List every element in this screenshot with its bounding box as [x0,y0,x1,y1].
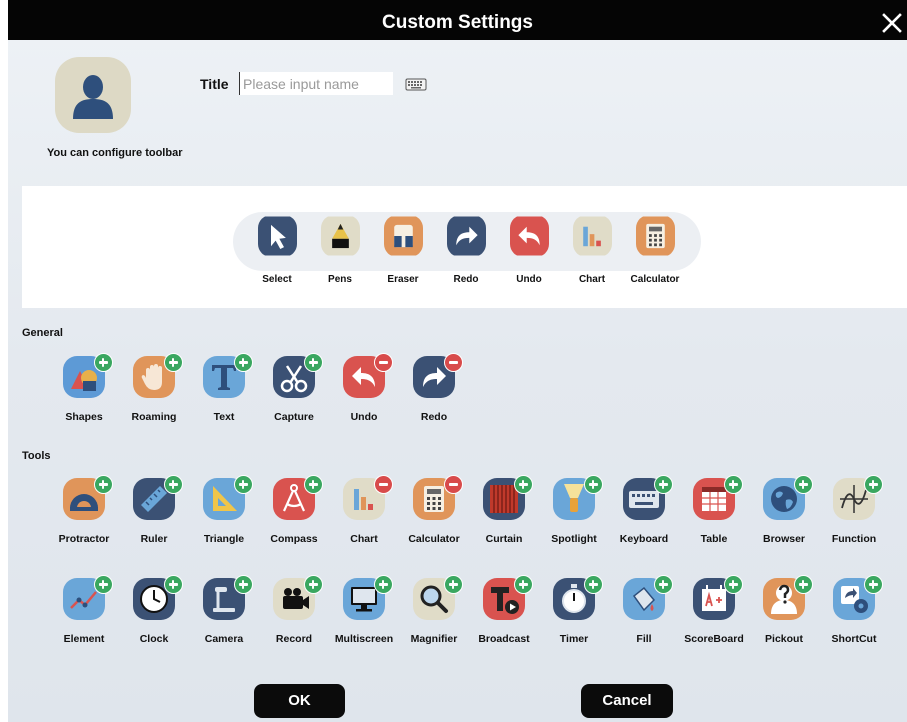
preview-tool-redo[interactable]: Redo [431,215,501,295]
preview-tool-calculator[interactable]: Calculator [620,215,690,295]
tool-multiscreen[interactable]: Multiscreen [329,575,399,650]
tool-chart[interactable]: Chart [329,475,399,550]
tool-spotlight[interactable]: Spotlight [539,475,609,550]
tool-shapes[interactable]: Shapes [49,353,119,428]
tool-calculator[interactable]: Calculator [399,475,469,550]
tool-element[interactable]: Element [49,575,119,650]
close-icon[interactable] [879,10,905,36]
tool-clock[interactable]: Clock [119,575,189,650]
add-badge-icon[interactable] [864,475,883,494]
title-input[interactable] [239,72,393,95]
undo-arrow-icon [510,215,549,257]
preview-tool-label: Calculator [630,274,680,285]
tool-label: Function [831,533,877,545]
add-badge-icon[interactable] [584,475,603,494]
avatar [55,57,131,133]
left-edge [0,0,8,722]
pen-icon [321,215,360,257]
preview-tool-label: Redo [453,274,479,285]
calculator-icon [636,215,675,257]
preview-tool-eraser[interactable]: Eraser [368,215,438,295]
add-badge-icon[interactable] [304,475,323,494]
keyboard-icon[interactable] [405,77,427,92]
tool-browser[interactable]: Browser [749,475,819,550]
tool-scoreboard[interactable]: ScoreBoard [679,575,749,650]
tool-roaming[interactable]: Roaming [119,353,189,428]
preview-tool-label: Chart [578,274,606,285]
tool-broadcast[interactable]: Broadcast [469,575,539,650]
preview-tool-select[interactable]: Select [242,215,312,295]
add-badge-icon[interactable] [654,475,673,494]
preview-tool-label: Eraser [387,274,419,285]
remove-badge-icon[interactable] [374,353,393,372]
section-tools-label: Tools [22,450,51,462]
custom-settings-dialog: Custom Settings You can configure toolba… [0,0,907,722]
add-badge-icon[interactable] [514,475,533,494]
tool-pickout[interactable]: Pickout [749,575,819,650]
title-bar: Custom Settings [8,0,907,40]
preview-tool-chart[interactable]: Chart [557,215,627,295]
cancel-button[interactable]: Cancel [581,684,673,718]
add-badge-icon[interactable] [724,475,743,494]
cursor-arrow-icon [258,215,297,257]
add-badge-icon[interactable] [164,475,183,494]
add-badge-icon[interactable] [724,575,743,594]
preview-tool-label: Select [262,274,292,285]
tool-timer[interactable]: Timer [539,575,609,650]
redo-arrow-icon [447,215,486,257]
add-badge-icon[interactable] [94,353,113,372]
bar-chart-icon [573,215,612,257]
add-badge-icon[interactable] [864,575,883,594]
tool-label: Redo [420,411,448,423]
eraser-icon [384,215,423,257]
tool-compass[interactable]: Compass [259,475,329,550]
remove-badge-icon[interactable] [444,475,463,494]
tool-ruler[interactable]: Ruler [119,475,189,550]
add-badge-icon[interactable] [164,575,183,594]
add-badge-icon[interactable] [234,475,253,494]
configure-hint: You can configure toolbar [47,147,183,159]
add-badge-icon[interactable] [94,575,113,594]
tool-camera[interactable]: Camera [189,575,259,650]
remove-badge-icon[interactable] [374,475,393,494]
tool-function[interactable]: Function [819,475,889,550]
preview-tool-undo[interactable]: Undo [494,215,564,295]
tool-capture[interactable]: Capture [259,353,329,428]
add-badge-icon[interactable] [514,575,533,594]
add-badge-icon[interactable] [584,575,603,594]
tool-record[interactable]: Record [259,575,329,650]
title-label: Title [200,76,229,92]
tool-undo[interactable]: Undo [329,353,399,428]
add-badge-icon[interactable] [794,575,813,594]
add-badge-icon[interactable] [304,575,323,594]
add-badge-icon[interactable] [794,475,813,494]
tool-protractor[interactable]: Protractor [49,475,119,550]
tool-triangle[interactable]: Triangle [189,475,259,550]
dialog-title: Custom Settings [382,12,533,33]
section-general-label: General [22,327,63,339]
tool-curtain[interactable]: Curtain [469,475,539,550]
preview-tool-pens[interactable]: Pens [305,215,375,295]
add-badge-icon[interactable] [164,353,183,372]
tool-magnifier[interactable]: Magnifier [399,575,469,650]
user-silhouette-icon [73,75,113,119]
tool-table[interactable]: Table [679,475,749,550]
add-badge-icon[interactable] [444,575,463,594]
tool-text[interactable]: Text [189,353,259,428]
tool-keyboard[interactable]: Keyboard [609,475,679,550]
preview-tool-label: Pens [328,274,352,285]
remove-badge-icon[interactable] [444,353,463,372]
tool-redo[interactable]: Redo [399,353,469,428]
add-badge-icon[interactable] [304,353,323,372]
preview-tool-label: Undo [516,274,542,285]
tool-fill[interactable]: Fill [609,575,679,650]
ok-button[interactable]: OK [254,684,345,718]
add-badge-icon[interactable] [94,475,113,494]
add-badge-icon[interactable] [654,575,673,594]
tool-shortcut[interactable]: ShortCut [819,575,889,650]
add-badge-icon[interactable] [234,353,253,372]
add-badge-icon[interactable] [234,575,253,594]
tool-label: ShortCut [831,633,877,645]
add-badge-icon[interactable] [374,575,393,594]
